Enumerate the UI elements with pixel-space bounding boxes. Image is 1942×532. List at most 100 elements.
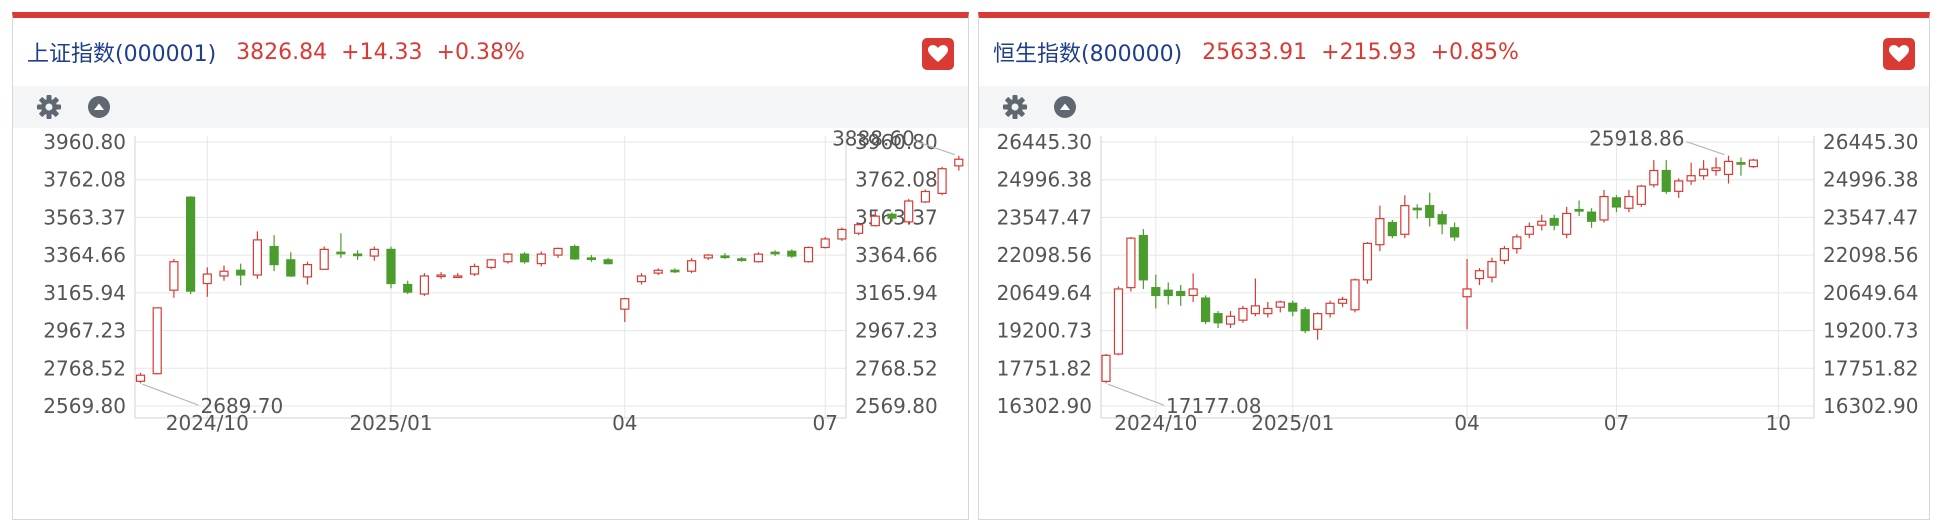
y-tick-label-left: 3960.80	[43, 130, 126, 154]
x-tick-label: 07	[1604, 411, 1629, 435]
candle	[820, 237, 830, 249]
x-tick-label: 2025/01	[1251, 411, 1334, 435]
candle	[686, 257, 697, 274]
candle-body	[1748, 159, 1759, 168]
candle-body	[1512, 236, 1522, 250]
y-tick-label-right: 2967.23	[855, 319, 938, 343]
candle	[419, 273, 429, 296]
candle-body	[520, 253, 530, 263]
candle	[1151, 274, 1161, 309]
y-tick-label-right: 26445.30	[1823, 130, 1918, 154]
y-tick-label-right: 20649.64	[1823, 281, 1918, 305]
candle-body	[1537, 220, 1547, 226]
candle	[236, 263, 246, 286]
candle	[520, 252, 530, 264]
candle-body	[1225, 315, 1236, 325]
candle-body	[1524, 225, 1534, 235]
candle	[853, 222, 864, 236]
index-header: 上证指数(000001) 3826.84 +14.33 +0.38%	[13, 18, 968, 86]
candle	[1686, 162, 1696, 185]
candle	[503, 253, 513, 264]
candle-body	[469, 265, 480, 275]
candle-body	[1375, 218, 1385, 246]
candle-body	[1487, 261, 1497, 278]
collapse-button[interactable]	[1051, 93, 1079, 121]
candle-body	[753, 253, 764, 263]
favorite-button[interactable]	[1883, 38, 1915, 70]
candle	[186, 196, 196, 294]
chart-toolbar	[13, 86, 968, 128]
y-tick-label-left: 3165.94	[43, 281, 126, 305]
candle	[286, 252, 296, 277]
candle-body	[1549, 218, 1559, 226]
candle-body	[1698, 168, 1709, 177]
y-tick-label-right: 16302.90	[1823, 394, 1918, 418]
candle-body	[219, 270, 229, 277]
min-annotation: 2689.70	[201, 394, 284, 418]
y-tick-label-left: 17751.82	[997, 356, 1092, 380]
candle	[1176, 285, 1186, 306]
candle-body	[1275, 301, 1285, 308]
index-panel-hsi: 恒生指数(800000) 25633.91 +215.93 +0.85% 264…	[978, 12, 1930, 520]
collapse-button[interactable]	[85, 93, 113, 121]
candle-body	[135, 374, 146, 382]
index-panel-sse: 上证指数(000001) 3826.84 +14.33 +0.38% 3960.…	[12, 12, 969, 520]
collapse-up-icon	[1054, 96, 1076, 118]
candle	[753, 252, 764, 263]
candle	[1611, 195, 1622, 213]
candle-body	[837, 228, 847, 240]
candle-body	[1450, 227, 1460, 238]
candle	[1375, 205, 1385, 252]
settings-button[interactable]	[35, 93, 63, 121]
candle-body	[553, 247, 563, 256]
candle	[1425, 192, 1435, 227]
candle-body	[202, 273, 212, 285]
settings-button[interactable]	[1001, 93, 1029, 121]
candle-body	[820, 238, 830, 249]
favorite-button[interactable]	[922, 38, 954, 70]
candle	[1474, 268, 1485, 286]
candle	[1213, 311, 1223, 328]
candlestick-chart: 3960.803960.803762.083762.083563.373563.…	[43, 128, 964, 435]
candle	[1574, 200, 1584, 217]
candle	[904, 199, 914, 224]
candle	[269, 235, 279, 272]
candle	[1562, 206, 1572, 239]
index-name[interactable]: 恒生指数(800000)	[993, 36, 1182, 68]
candle-body	[586, 257, 597, 261]
index-name[interactable]: 上证指数(000001)	[27, 36, 216, 68]
candle-body	[353, 253, 363, 257]
candle	[1661, 160, 1671, 194]
candle	[1711, 157, 1721, 176]
candle	[353, 250, 363, 260]
candle-body	[703, 254, 713, 259]
candle-body	[453, 275, 463, 279]
y-tick-label-right: 3762.08	[855, 168, 938, 192]
candle	[1437, 210, 1447, 235]
candle-body	[236, 269, 246, 276]
candlestick-chart: 26445.30 26445.30 24996.38 24996.38 23547.47…	[997, 128, 1919, 435]
candle	[1250, 278, 1260, 317]
candle-body	[1624, 195, 1634, 209]
candle	[536, 251, 546, 267]
candle-body	[1362, 242, 1373, 281]
candle	[1586, 208, 1597, 228]
x-tick-label: 04	[1454, 411, 1479, 435]
candle-body	[937, 168, 947, 194]
y-tick-label-left: 3563.37	[43, 205, 126, 229]
candle	[1450, 222, 1460, 241]
candle-body	[1188, 288, 1198, 297]
candle	[469, 263, 480, 276]
candle	[1624, 190, 1634, 213]
candle	[1337, 296, 1348, 308]
max-annotation: 3888.60	[832, 128, 915, 151]
candle-body	[1499, 247, 1510, 261]
y-tick-label-right: 17751.82	[1823, 356, 1918, 380]
candle-body	[386, 248, 396, 285]
gear-icon	[1003, 95, 1027, 119]
candle	[1674, 178, 1684, 198]
candle	[1524, 222, 1534, 239]
candle	[937, 166, 947, 196]
candle	[1512, 234, 1522, 254]
candle	[403, 280, 413, 294]
